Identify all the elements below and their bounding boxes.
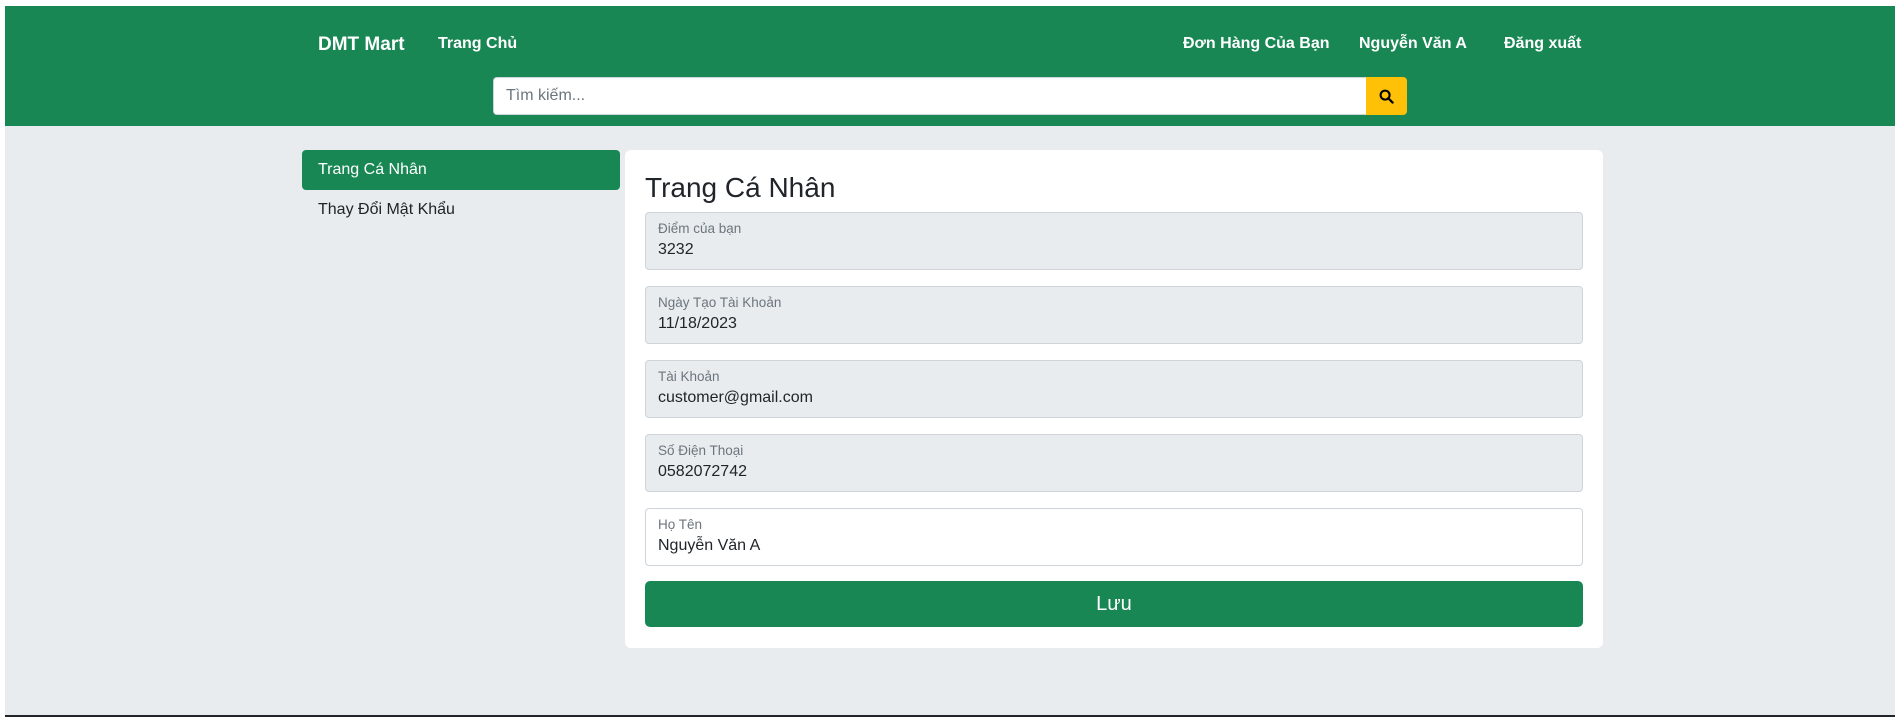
profile-sidebar: Trang Cá Nhân Thay Đổi Mật Khẩu bbox=[302, 150, 620, 230]
nav-user-link[interactable]: Nguyễn Văn A bbox=[1359, 35, 1467, 53]
phone-field: Số Điện Thoại 0582072742 bbox=[645, 434, 1583, 492]
search-bar bbox=[493, 77, 1407, 115]
points-label: Điểm của bạn bbox=[658, 221, 742, 236]
save-button[interactable]: Lưu bbox=[645, 581, 1583, 627]
top-navbar: DMT Mart Trang Chủ Đơn Hàng Của Bạn Nguy… bbox=[5, 6, 1895, 126]
created-date-value: 11/18/2023 bbox=[658, 315, 737, 332]
account-label: Tài Khoản bbox=[658, 369, 720, 384]
points-field: Điểm của bạn 3232 bbox=[645, 212, 1583, 270]
full-name-label: Họ Tên bbox=[658, 517, 703, 532]
phone-value: 0582072742 bbox=[658, 463, 747, 480]
nav-home-link[interactable]: Trang Chủ bbox=[438, 35, 517, 53]
created-date-label: Ngày Tạo Tài Khoản bbox=[658, 295, 782, 310]
search-input[interactable] bbox=[493, 77, 1366, 115]
page-title: Trang Cá Nhân bbox=[645, 172, 836, 203]
nav-logout-link[interactable]: Đăng xuất bbox=[1504, 35, 1581, 53]
search-button[interactable] bbox=[1366, 77, 1407, 115]
nav-orders-link[interactable]: Đơn Hàng Của Bạn bbox=[1183, 35, 1330, 53]
full-name-value[interactable]: Nguyễn Văn A bbox=[658, 537, 760, 555]
account-field: Tài Khoản customer@gmail.com bbox=[645, 360, 1583, 418]
sidebar-item-label: Trang Cá Nhân bbox=[318, 161, 427, 178]
sidebar-item-label: Thay Đổi Mật Khẩu bbox=[318, 201, 455, 218]
brand-logo[interactable]: DMT Mart bbox=[318, 34, 405, 56]
full-name-field[interactable]: Họ Tên Nguyễn Văn A bbox=[645, 508, 1583, 566]
created-date-field: Ngày Tạo Tài Khoản 11/18/2023 bbox=[645, 286, 1583, 344]
app-frame: DMT Mart Trang Chủ Đơn Hàng Của Bạn Nguy… bbox=[5, 6, 1895, 717]
search-icon bbox=[1379, 89, 1394, 104]
account-value: customer@gmail.com bbox=[658, 389, 813, 406]
points-value: 3232 bbox=[658, 241, 694, 258]
sidebar-item-change-password[interactable]: Thay Đổi Mật Khẩu bbox=[302, 190, 620, 230]
phone-label: Số Điện Thoại bbox=[658, 443, 744, 458]
profile-card: Trang Cá Nhân Điểm của bạn 3232 Ngày Tạo… bbox=[625, 150, 1603, 648]
sidebar-item-profile[interactable]: Trang Cá Nhân bbox=[302, 150, 620, 190]
